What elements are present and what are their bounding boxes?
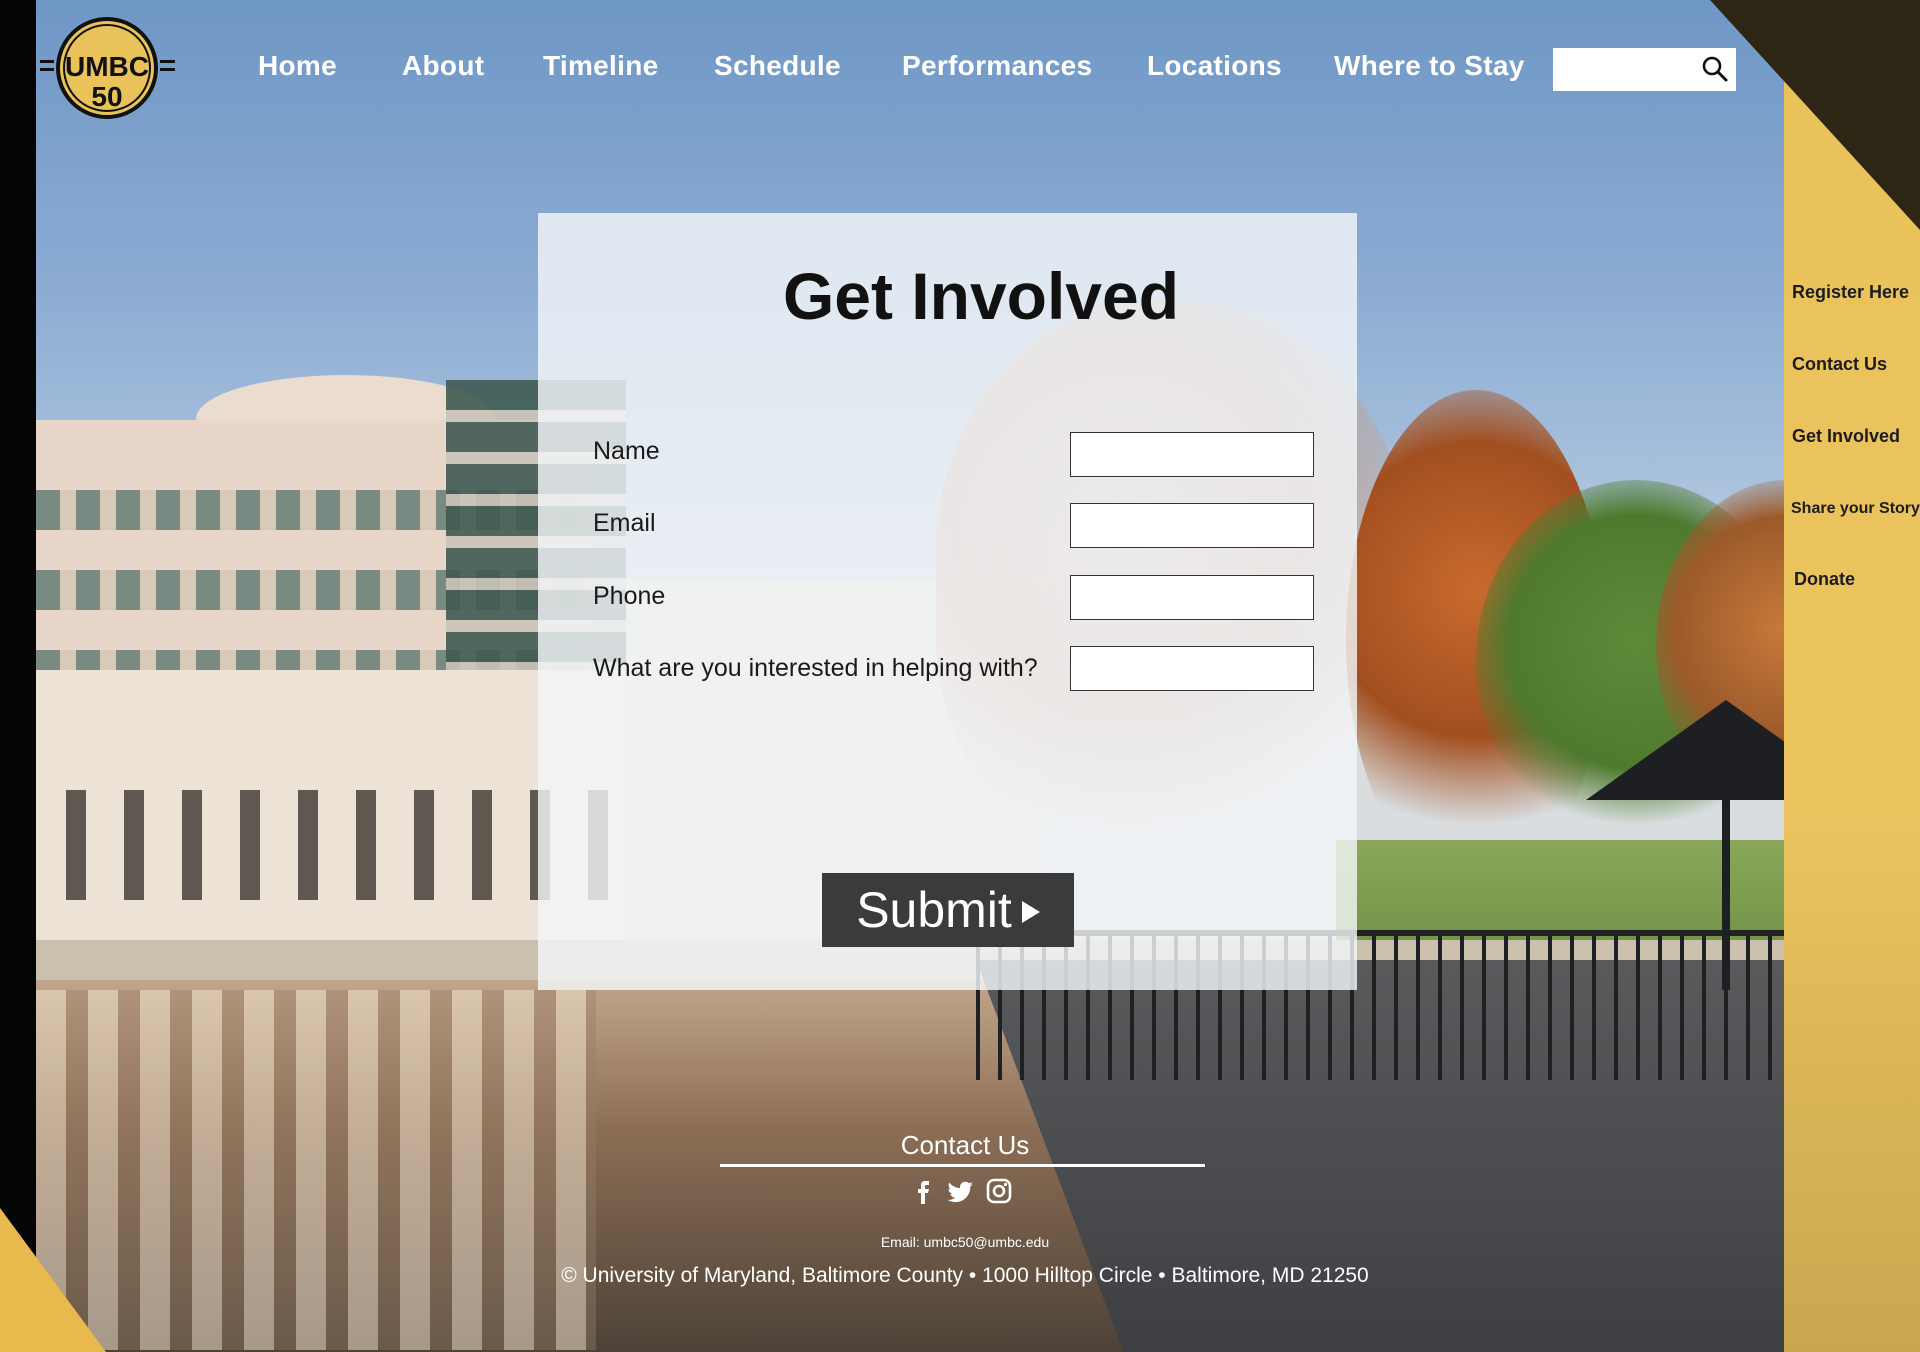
sidebar-item-get-involved[interactable]: Get Involved xyxy=(1792,426,1900,447)
footer-email: Email: umbc50@umbc.edu xyxy=(880,1234,1050,1250)
interest-field[interactable] xyxy=(1070,646,1314,691)
footer-heading: Contact Us xyxy=(900,1130,1030,1160)
sidebar-item-contact-us[interactable]: Contact Us xyxy=(1792,354,1887,375)
phone-label: Phone xyxy=(593,582,666,610)
nav-timeline[interactable]: Timeline xyxy=(543,50,658,82)
name-label: Name xyxy=(593,437,660,465)
submit-button[interactable]: Submit xyxy=(822,873,1074,947)
email-label: Email xyxy=(593,509,656,537)
instagram-icon[interactable] xyxy=(984,1176,1014,1206)
submit-label: Submit xyxy=(856,882,1012,938)
nav-performances[interactable]: Performances xyxy=(902,50,1092,82)
interest-label: What are you interested in helping with? xyxy=(593,654,1038,682)
nav-locations[interactable]: Locations xyxy=(1147,50,1282,82)
phone-field[interactable] xyxy=(1070,575,1314,620)
email-field[interactable] xyxy=(1070,503,1314,548)
nav-schedule[interactable]: Schedule xyxy=(714,50,841,82)
nav-about[interactable]: About xyxy=(402,50,484,82)
nav-home[interactable]: Home xyxy=(258,50,337,82)
logo-text: UMBC xyxy=(65,51,149,82)
sidebar-item-share-your-story[interactable]: Share your Story xyxy=(1791,500,1920,518)
footer-divider xyxy=(720,1164,1205,1167)
umbc-50-logo[interactable]: UMBC 50 xyxy=(40,16,175,121)
search-icon[interactable] xyxy=(1700,54,1730,84)
sidebar-item-donate[interactable]: Donate xyxy=(1794,569,1855,590)
logo-number: 50 xyxy=(91,81,122,112)
left-border xyxy=(0,0,36,1352)
footer-address: © University of Maryland, Baltimore Coun… xyxy=(561,1264,1369,1287)
facebook-icon[interactable] xyxy=(908,1176,938,1206)
nav-where-to-stay[interactable]: Where to Stay xyxy=(1334,50,1525,82)
name-field[interactable] xyxy=(1070,432,1314,477)
twitter-icon[interactable] xyxy=(946,1176,976,1206)
play-arrow-icon xyxy=(1021,901,1040,923)
page-title: Get Involved xyxy=(782,259,1180,333)
